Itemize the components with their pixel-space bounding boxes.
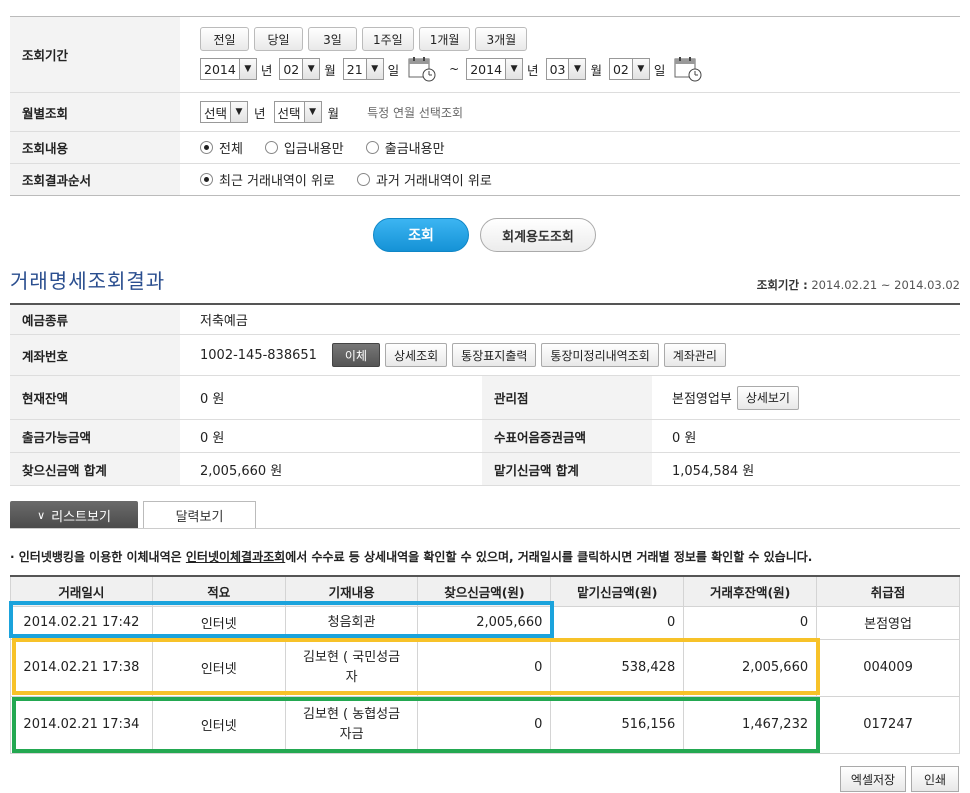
content-withdraw-radio[interactable]: 출금내용만 bbox=[365, 138, 445, 157]
order-recent-radio[interactable]: 최근 거래내역이 위로 bbox=[200, 170, 335, 189]
search-button[interactable]: 조회 bbox=[373, 218, 469, 252]
chevron-down-icon: ▼ bbox=[302, 59, 320, 79]
calendar-icon[interactable] bbox=[408, 56, 436, 82]
account-number: 1002-145-838651 bbox=[200, 347, 317, 363]
col-branch: 취급점 bbox=[816, 575, 960, 607]
transaction-table: 거래일시 적요 기재내용 찾으신금액(원) 맡기신금액(원) 거래후잔액(원) … bbox=[10, 575, 960, 754]
date-range: 2014 ▼ 년 02 ▼ 월 21 ▼ 일 ~ 2014 ▼ 년 03 ▼ 월 02 ▼ … bbox=[200, 56, 708, 82]
transfer-button[interactable]: 이체 bbox=[331, 343, 380, 367]
content-label: 조회내용 bbox=[10, 132, 180, 163]
period-label: 조회기간 bbox=[10, 17, 180, 92]
col-deposit: 맡기신금액(원) bbox=[550, 575, 685, 607]
monthly-hint: 특정 연월 선택조회 bbox=[367, 105, 464, 120]
period-buttons: 전일 당일 3일 1주일 1개월 3개월 bbox=[200, 27, 528, 51]
accounting-search-button[interactable]: 회계용도조회 bbox=[480, 218, 596, 252]
deposit-total: 1,054,584 원 bbox=[672, 463, 755, 479]
search-form: 조회기간 전일 당일 3일 1주일 1개월 3개월 2014 ▼ 년 02 ▼ 월 … bbox=[10, 16, 960, 196]
passbook-unsettled-button[interactable]: 통장미정리내역조회 bbox=[541, 343, 659, 367]
account-info: 예금종류 저축예금 계좌번호 1002-145-838651 이체 상세조회 통… bbox=[10, 303, 960, 486]
chevron-down-icon: ▼ bbox=[505, 59, 523, 79]
tx-date-link[interactable]: 2014.02.21 17:34 bbox=[10, 695, 153, 754]
chevron-down-icon: ▼ bbox=[238, 59, 256, 79]
calendar-icon[interactable] bbox=[674, 56, 702, 82]
chevron-down-icon: ▼ bbox=[631, 59, 649, 79]
period-3day-button[interactable]: 3일 bbox=[308, 27, 357, 51]
result-title: 거래명세조회결과 bbox=[10, 269, 166, 293]
transfer-result-link[interactable]: 인터넷이체결과조회 bbox=[186, 550, 285, 564]
deposit-type: 저축예금 bbox=[200, 314, 248, 329]
tx-date-link[interactable]: 2014.02.21 17:38 bbox=[10, 638, 153, 697]
col-balance: 거래후잔액(원) bbox=[683, 575, 818, 607]
table-row: 2014.02.21 17:34 인터넷 김보현 ( 농협성금자금 0 516,… bbox=[10, 695, 960, 754]
content-row: 조회내용 전체 입금내용만 출금내용만 bbox=[10, 132, 960, 164]
period-1week-button[interactable]: 1주일 bbox=[362, 27, 414, 51]
branch-name: 본점영업부 bbox=[672, 392, 732, 407]
chevron-down-icon: ▼ bbox=[303, 102, 321, 122]
monthly-month-select[interactable]: 선택 ▼ bbox=[273, 101, 322, 123]
tab-calendar-view[interactable]: 달력보기 bbox=[143, 501, 256, 529]
to-day-select[interactable]: 02 ▼ bbox=[608, 58, 650, 80]
to-year-select[interactable]: 2014 ▼ bbox=[466, 58, 524, 80]
account-manage-button[interactable]: 계좌관리 bbox=[663, 343, 726, 367]
col-date: 거래일시 bbox=[10, 575, 153, 607]
from-year-select[interactable]: 2014 ▼ bbox=[200, 58, 257, 80]
withdraw-total: 2,005,660 원 bbox=[200, 463, 283, 479]
chevron-down-icon: ▼ bbox=[568, 59, 586, 79]
order-row: 조회결과순서 최근 거래내역이 위로 과거 거래내역이 위로 bbox=[10, 164, 960, 196]
period-row: 조회기간 전일 당일 3일 1주일 1개월 3개월 2014 ▼ 년 02 ▼ 월 … bbox=[10, 17, 960, 93]
content-all-radio[interactable]: 전체 bbox=[200, 138, 243, 157]
notice-text: · 인터넷뱅킹을 이용한 이체내역은 인터넷이체결과조회에서 수수료 등 상세내… bbox=[10, 550, 813, 564]
period-today-button[interactable]: 당일 bbox=[254, 27, 303, 51]
col-withdraw: 찾으신금액(원) bbox=[417, 575, 552, 607]
col-summary: 적요 bbox=[151, 575, 286, 607]
current-balance: 0 원 bbox=[200, 392, 225, 407]
detail-search-button[interactable]: 상세조회 bbox=[385, 343, 448, 367]
from-day-select[interactable]: 21 ▼ bbox=[342, 58, 384, 80]
table-row: 2014.02.21 17:38 인터넷 김보현 ( 국민성금자 0 538,4… bbox=[10, 638, 960, 697]
table-row: 2014.02.21 17:42 인터넷 청음회관 2,005,660 0 0 … bbox=[10, 605, 960, 640]
tx-date-link[interactable]: 2014.02.21 17:42 bbox=[10, 605, 153, 640]
result-period: 조회기간 : 2014.02.21 ~ 2014.03.02 bbox=[756, 278, 960, 292]
passbook-cover-print-button[interactable]: 통장표지출력 bbox=[452, 343, 537, 367]
monthly-year-select[interactable]: 선택 ▼ bbox=[200, 101, 249, 123]
excel-save-button[interactable]: 엑셀저장 bbox=[840, 766, 906, 792]
print-button[interactable]: 인쇄 bbox=[911, 766, 959, 792]
bill-amount: 0 원 bbox=[672, 430, 697, 446]
period-yesterday-button[interactable]: 전일 bbox=[200, 27, 249, 51]
monthly-label: 월별조회 bbox=[10, 93, 180, 131]
period-1month-button[interactable]: 1개월 bbox=[418, 27, 471, 51]
chevron-down-icon: ▼ bbox=[365, 59, 383, 79]
chevron-down-icon: ▼ bbox=[230, 102, 248, 122]
withdrawable-amount: 0 원 bbox=[200, 430, 225, 446]
order-label: 조회결과순서 bbox=[10, 164, 180, 195]
tab-list-view[interactable]: ∨ 리스트보기 bbox=[10, 501, 138, 529]
chevron-down-icon: ∨ bbox=[37, 508, 46, 522]
monthly-row: 월별조회 선택 ▼ 년 선택 ▼ 월 특정 연월 선택조회 bbox=[10, 93, 960, 132]
branch-detail-button[interactable]: 상세보기 bbox=[736, 385, 799, 410]
col-memo: 기재내용 bbox=[284, 575, 419, 607]
period-3month-button[interactable]: 3개월 bbox=[475, 27, 528, 51]
to-month-select[interactable]: 03 ▼ bbox=[545, 58, 587, 80]
content-deposit-radio[interactable]: 입금내용만 bbox=[264, 138, 344, 157]
from-month-select[interactable]: 02 ▼ bbox=[279, 58, 321, 80]
order-past-radio[interactable]: 과거 거래내역이 위로 bbox=[356, 170, 492, 189]
